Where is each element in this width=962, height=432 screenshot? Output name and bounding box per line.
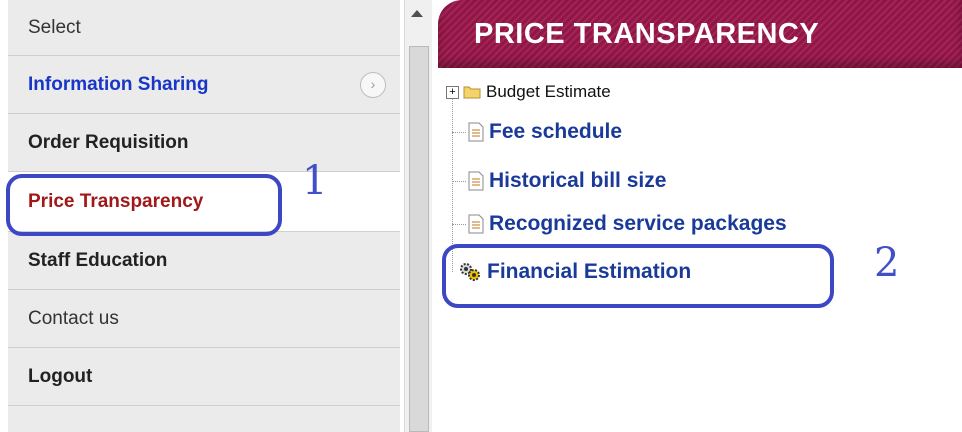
annotation-highlight-box bbox=[6, 174, 282, 236]
scroll-up-arrow-icon[interactable] bbox=[411, 10, 423, 17]
document-icon bbox=[468, 171, 484, 191]
document-icon bbox=[468, 122, 484, 142]
document-icon bbox=[468, 214, 484, 234]
tree-item-label: Recognized service packages bbox=[489, 212, 787, 235]
page-header: PRICE TRANSPARENCY bbox=[438, 0, 962, 68]
tree-connector bbox=[452, 181, 466, 182]
tree-item-budget-estimate[interactable]: + Budget Estimate bbox=[446, 80, 611, 104]
sidebar-item-order-requisition[interactable]: Order Requisition bbox=[8, 114, 400, 172]
sidebar-item-contact-us[interactable]: Contact us bbox=[8, 290, 400, 348]
sidebar-item-select[interactable]: Select bbox=[8, 0, 400, 56]
scrollbar[interactable] bbox=[404, 0, 432, 432]
scroll-thumb[interactable] bbox=[409, 46, 429, 432]
tree-item-historical-bill-size[interactable]: Historical bill size bbox=[468, 167, 666, 195]
sidebar-item-staff-education[interactable]: Staff Education bbox=[8, 232, 400, 290]
expand-toggle-icon[interactable]: + bbox=[446, 85, 459, 99]
sidebar-item-information-sharing[interactable]: Information Sharing › bbox=[8, 56, 400, 114]
tree-item-recognized-service-packages[interactable]: Recognized service packages bbox=[468, 210, 787, 238]
annotation-highlight-box bbox=[442, 244, 834, 308]
sidebar-item-label: Logout bbox=[28, 365, 93, 387]
tree-item-label: Budget Estimate bbox=[486, 82, 611, 101]
annotation-number: 2 bbox=[874, 240, 900, 286]
sidebar-item-logout[interactable]: Logout bbox=[8, 348, 400, 406]
tree-item-label: Fee schedule bbox=[489, 120, 623, 143]
sidebar-item-label: Contact us bbox=[28, 307, 119, 329]
chevron-right-icon[interactable]: › bbox=[360, 71, 386, 98]
sidebar-item-label: Information Sharing bbox=[28, 73, 209, 95]
annotation-number: 1 bbox=[302, 158, 328, 204]
folder-icon bbox=[463, 86, 481, 99]
sidebar-item-label: Order Requisition bbox=[28, 131, 189, 153]
tree-connector bbox=[452, 224, 466, 225]
page-title: PRICE TRANSPARENCY bbox=[474, 18, 820, 50]
tree-item-fee-schedule[interactable]: Fee schedule bbox=[468, 118, 622, 146]
tree-item-label: Historical bill size bbox=[489, 169, 667, 192]
sidebar-item-label: Select bbox=[28, 16, 81, 38]
sidebar-item-label: Staff Education bbox=[28, 249, 168, 271]
tree-connector bbox=[452, 132, 466, 133]
